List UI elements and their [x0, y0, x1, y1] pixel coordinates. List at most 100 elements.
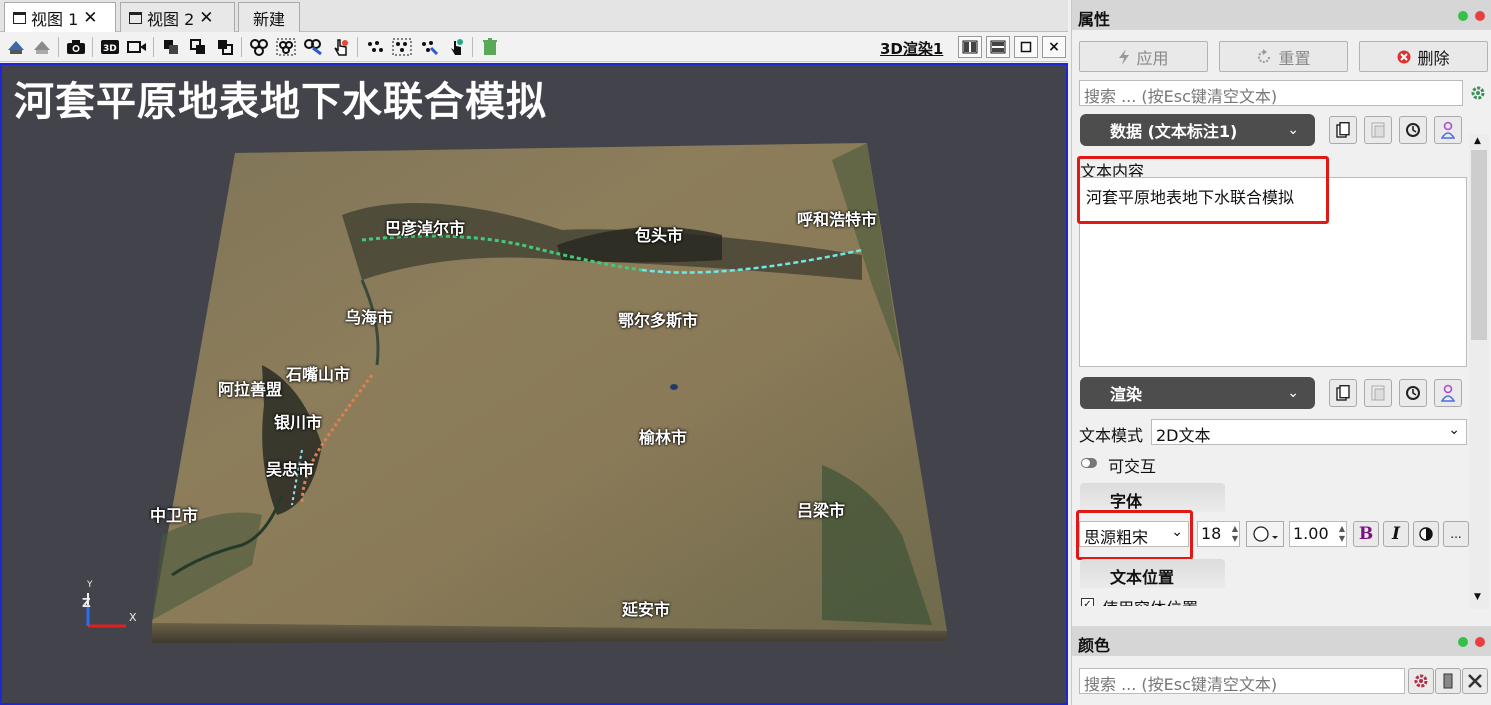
scrollbar[interactable]: ▲ ▼: [1469, 134, 1489, 609]
more-button[interactable]: ...: [1443, 521, 1469, 547]
scrollbar-thumb[interactable]: [1471, 150, 1487, 340]
close-dot-icon[interactable]: [1475, 11, 1485, 21]
apply-button[interactable]: 应用: [1079, 41, 1208, 72]
delete-label: 删除: [1417, 48, 1450, 68]
shadow-icon[interactable]: [1413, 521, 1439, 547]
city-label: 阿拉善盟: [218, 380, 283, 399]
scroll-down-icon[interactable]: ▼: [1474, 592, 1481, 602]
reset-label: 重置: [1278, 48, 1311, 68]
interactive-label: 可交互: [1108, 457, 1157, 476]
scene-title-annotation[interactable]: 河套平原地表地下水联合模拟: [14, 69, 547, 127]
3d-view-icon[interactable]: 3D: [100, 37, 120, 57]
select-points-polygon-icon[interactable]: [419, 37, 439, 57]
select-points-frustum-icon[interactable]: [392, 37, 412, 57]
highlight-box: [1076, 510, 1193, 560]
axis-label-z: Z: [82, 596, 91, 610]
city-label: 包头市: [635, 226, 684, 245]
city-label: 吴忠市: [266, 460, 315, 479]
spin-arrows-icon[interactable]: ▲ ▼: [1339, 524, 1345, 544]
select-points-icon[interactable]: [365, 37, 385, 57]
interactive-toggle[interactable]: [1081, 458, 1097, 468]
close-icon[interactable]: ✕: [83, 8, 97, 28]
bold-button[interactable]: B: [1353, 521, 1379, 547]
color-circle-icon: [1253, 526, 1278, 542]
tab-view-1[interactable]: 视图 1 ✕: [4, 2, 116, 33]
gear-icon[interactable]: [1468, 82, 1488, 104]
view-toolbar: 3D 3D渲染1 ×: [0, 32, 1068, 62]
close-view-icon[interactable]: ×: [1042, 36, 1066, 58]
copy-icon[interactable]: [1329, 116, 1357, 144]
maximize-icon[interactable]: [1014, 36, 1038, 58]
select-cells-frustum-icon[interactable]: [276, 37, 296, 57]
select-cells-polygon-icon[interactable]: [303, 37, 323, 57]
lightning-icon: [1119, 48, 1130, 65]
paste-icon[interactable]: [1364, 379, 1392, 407]
tools-icon[interactable]: [1462, 668, 1488, 694]
use-window-pos-label: 使用窗体位置: [1102, 595, 1198, 606]
data-section-dropdown[interactable]: 数据 (文本标注1) ⌄: [1080, 114, 1315, 146]
spin-arrows-icon[interactable]: ▲ ▼: [1232, 524, 1238, 544]
highlight-box: [1077, 156, 1329, 224]
font-color-button[interactable]: [1246, 521, 1284, 547]
tab-view-2[interactable]: 视图 2 ✕: [120, 2, 235, 32]
gear-icon[interactable]: [1408, 668, 1434, 694]
history-icon[interactable]: [1399, 379, 1427, 407]
color-search-input[interactable]: 搜索 ... (按Esc键清空文本): [1079, 668, 1405, 694]
apply-label: 应用: [1136, 48, 1169, 68]
interactive-select-icon[interactable]: [330, 37, 350, 57]
checkbox[interactable]: ✓: [1081, 598, 1094, 606]
user-icon[interactable]: [1434, 116, 1462, 144]
axes-triad: Y Z X: [82, 580, 137, 628]
bar-icon[interactable]: [1435, 668, 1461, 694]
properties-panel: 属性 应用 重置 删除 搜索 ... (按Esc键清空文本) 数据 (文本标注1…: [1071, 0, 1491, 705]
city-label: 乌海市: [345, 308, 394, 327]
font-group-header: 字体: [1080, 483, 1225, 512]
close-icon[interactable]: ✕: [199, 8, 213, 28]
scroll-up-icon[interactable]: ▲: [1474, 136, 1481, 146]
spin-value: 18: [1201, 524, 1222, 543]
properties-search-input[interactable]: 搜索 ... (按Esc键清空文本): [1079, 80, 1463, 106]
use-window-pos-row: ✓ 使用窗体位置: [1072, 590, 1468, 606]
view-tab-bar: 视图 1 ✕ 视图 2 ✕ 新建: [0, 0, 1068, 33]
reset-button[interactable]: 重置: [1219, 41, 1348, 72]
user-icon[interactable]: [1434, 379, 1462, 407]
interactive-point-icon[interactable]: [446, 37, 466, 57]
opacity-spinbox[interactable]: 1.00 ▲ ▼: [1289, 521, 1347, 547]
fit-view-icon[interactable]: [32, 37, 52, 57]
paste-icon[interactable]: [1364, 116, 1392, 144]
history-icon[interactable]: [1399, 116, 1427, 144]
delete-button[interactable]: 删除: [1359, 41, 1488, 72]
select-cells-icon[interactable]: [249, 37, 269, 57]
float-dot-icon[interactable]: [1458, 637, 1468, 647]
camera-icon[interactable]: [66, 37, 86, 57]
axis-label-y: Y: [86, 580, 93, 590]
render-section-dropdown[interactable]: 渲染 ⌄: [1080, 377, 1315, 409]
font-size-spinbox[interactable]: 18 ▲ ▼: [1197, 521, 1240, 547]
color-panel-header: 颜色: [1072, 626, 1491, 656]
copy-icon[interactable]: [1329, 379, 1357, 407]
render-viewport[interactable]: Y Z X 河套平原地表地下水联合模拟 巴彦淖尔市 包头市 呼和浩特市 乌海市 …: [0, 63, 1068, 705]
close-dot-icon[interactable]: [1475, 637, 1485, 647]
text-mode-select[interactable]: 2D文本 ⌄: [1151, 419, 1467, 445]
layer-back-icon[interactable]: [188, 37, 208, 57]
record-video-icon[interactable]: [127, 37, 147, 57]
tab-new[interactable]: 新建: [238, 2, 300, 32]
reset-camera-icon[interactable]: [6, 37, 26, 57]
split-horizontal-icon[interactable]: [958, 36, 982, 58]
chevron-down-icon: ⌄: [1287, 122, 1299, 138]
section-label: 渲染: [1110, 385, 1143, 404]
float-dot-icon[interactable]: [1458, 11, 1468, 21]
window-icon: [13, 12, 26, 24]
italic-button[interactable]: I: [1383, 521, 1409, 547]
split-vertical-icon[interactable]: [986, 36, 1010, 58]
chevron-down-icon: ⌄: [1287, 385, 1299, 401]
render-view-name[interactable]: 3D渲染1: [880, 38, 943, 59]
tab-label: 视图 1: [31, 10, 79, 29]
trash-icon[interactable]: [480, 37, 500, 57]
text-mode-label: 文本模式: [1079, 426, 1144, 445]
layer-front-icon[interactable]: [161, 37, 181, 57]
panel-title: 颜色: [1078, 636, 1111, 655]
layer-merge-icon[interactable]: [215, 37, 235, 57]
svg-text:3D: 3D: [103, 44, 117, 54]
axis-label-x: X: [129, 611, 137, 624]
